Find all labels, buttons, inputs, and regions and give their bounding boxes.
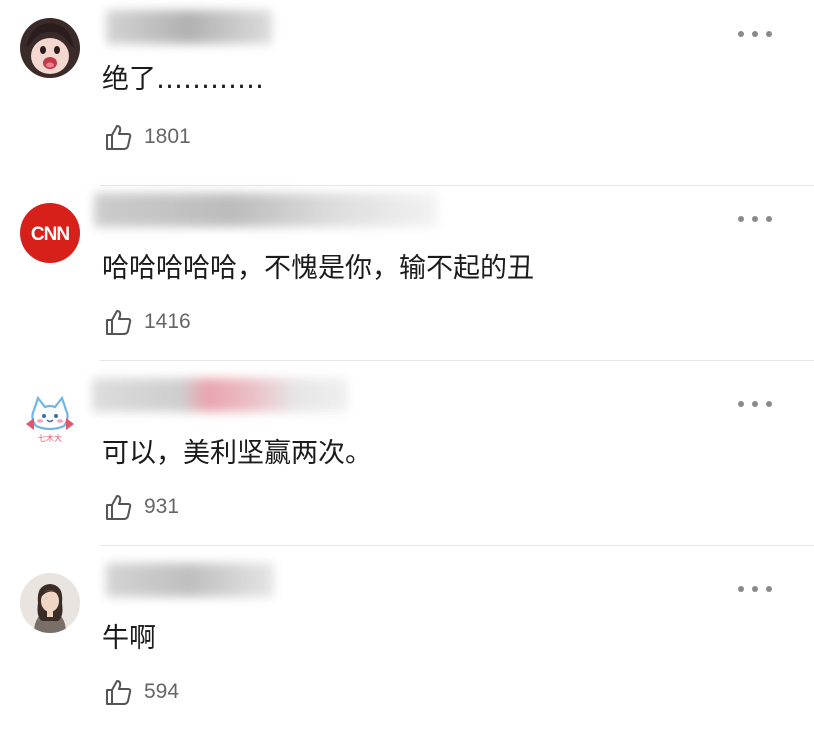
comment-text: 哈哈哈哈哈，不愧是你，输不起的丑 — [102, 253, 534, 284]
avatar[interactable] — [20, 18, 80, 78]
comment-text: 可以，美利坚赢两次。 — [102, 438, 372, 469]
thumbs-up-icon — [106, 495, 132, 520]
like-count: 931 — [144, 495, 180, 518]
avatar[interactable]: 七木大 — [20, 388, 80, 448]
username-blurred[interactable] — [86, 368, 354, 420]
like-button[interactable]: 594 — [104, 675, 179, 709]
comment-item: 牛啊 594 — [0, 545, 814, 731]
comment-text: 绝了………… — [102, 64, 264, 95]
avatar[interactable] — [20, 573, 80, 633]
more-options-button[interactable] — [738, 211, 772, 227]
more-dots-icon — [738, 401, 744, 407]
thumbs-up-icon — [106, 125, 132, 150]
more-dots-icon — [738, 586, 744, 592]
comment-item: CNN 哈哈哈哈哈，不愧是你，输不起的丑 1416 — [0, 175, 814, 361]
more-dots-icon — [738, 216, 744, 222]
more-options-button[interactable] — [738, 396, 772, 412]
comment-item: 七木大 可以，美利坚赢两次。 931 — [0, 360, 814, 546]
cartoon-girl-avatar — [20, 18, 80, 78]
comment-list: 绝了………… 1801 CNN 哈哈哈哈哈，不愧是你，输不起的丑 1416 七木… — [0, 0, 814, 718]
avatar[interactable]: CNN — [20, 203, 80, 263]
like-count: 1801 — [144, 125, 191, 148]
like-button[interactable]: 1416 — [104, 305, 191, 339]
svg-text:七木大: 七木大 — [38, 433, 62, 443]
more-dots-icon — [738, 31, 744, 37]
cat-sticker-avatar: 七木大 — [20, 388, 80, 448]
like-count: 1416 — [144, 310, 191, 333]
thumbs-up-icon — [106, 310, 132, 335]
like-button[interactable]: 931 — [104, 490, 179, 524]
like-button[interactable]: 1801 — [104, 120, 191, 154]
like-count: 594 — [144, 680, 180, 703]
username-blurred[interactable] — [100, 553, 280, 605]
thumbs-up-icon — [106, 680, 132, 705]
comment-item: 绝了………… 1801 — [0, 0, 814, 186]
comment-text: 牛啊 — [102, 623, 156, 654]
portrait-photo-avatar — [20, 573, 80, 633]
username-blurred[interactable] — [100, 0, 278, 52]
more-options-button[interactable] — [738, 26, 772, 42]
svg-text:CNN: CNN — [31, 224, 69, 245]
cnn-logo-avatar: CNN — [20, 203, 80, 263]
username-blurred[interactable] — [88, 183, 444, 235]
more-options-button[interactable] — [738, 581, 772, 597]
